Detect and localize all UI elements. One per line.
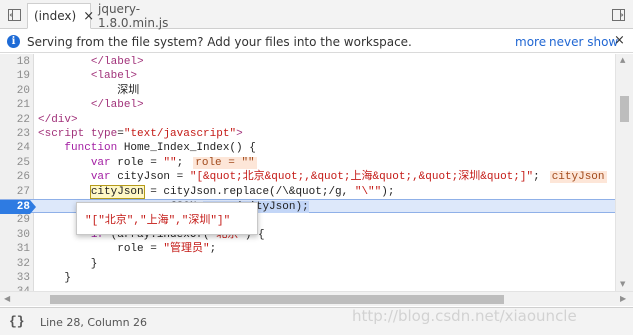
code-text: var role = ""; role = "" bbox=[90, 156, 257, 169]
scrollbar-thumb[interactable] bbox=[620, 96, 629, 122]
scrollbar-thumb[interactable] bbox=[50, 295, 504, 304]
code-text: cityJson = cityJson.replace(/\&quot;/g, … bbox=[89, 184, 395, 199]
line-number[interactable]: 30 bbox=[0, 228, 30, 242]
scroll-down-icon[interactable]: ▼ bbox=[620, 280, 625, 288]
close-icon[interactable]: × bbox=[614, 33, 625, 48]
code-line[interactable]: 23 <script type="text/javascript"> bbox=[0, 127, 615, 141]
scroll-right-icon[interactable]: ▶ bbox=[620, 294, 626, 303]
code-text: } bbox=[38, 257, 98, 270]
line-number[interactable]: 31 bbox=[0, 242, 30, 256]
scroll-left-icon[interactable]: ◀ bbox=[4, 294, 10, 303]
code-line[interactable]: 24 function Home_Index_Index() { bbox=[0, 141, 615, 155]
code-line[interactable]: 18 </label> bbox=[0, 55, 615, 69]
code-editor[interactable]: 18 </label> 19 <label> 20 深圳 21 </label> 22 <… bbox=[0, 54, 633, 291]
tab-jquery[interactable]: jquery-1.8.0.min.js bbox=[92, 2, 202, 30]
line-number[interactable]: 19 bbox=[0, 69, 30, 83]
code-line[interactable]: 27 cityJson = cityJson.replace(/\&quot;/… bbox=[0, 184, 615, 199]
horizontal-scrollbar[interactable]: ◀ ▶ bbox=[0, 291, 633, 306]
tab-label: jquery-1.8.0.min.js bbox=[98, 2, 169, 30]
inline-variable-value: cityJson bbox=[549, 171, 607, 184]
code-line[interactable]: 20 深圳 bbox=[0, 84, 615, 98]
more-link[interactable]: more bbox=[515, 35, 546, 49]
code-text: var cityJson = "[&quot;北京&quot;,&quot;上海… bbox=[90, 171, 607, 184]
tab-index[interactable]: (index) × bbox=[27, 3, 94, 29]
line-number[interactable]: 18 bbox=[0, 55, 30, 69]
cursor-position: Line 28, Column 26 bbox=[40, 316, 148, 329]
line-number[interactable]: 24 bbox=[0, 141, 30, 155]
toggle-navigator-icon[interactable] bbox=[2, 0, 26, 29]
code-text: role = "管理员"; bbox=[38, 243, 217, 256]
code-line[interactable]: 32 } bbox=[0, 257, 615, 271]
info-message: Serving from the file system? Add your f… bbox=[27, 35, 412, 49]
code-line[interactable]: 31 role = "管理员"; bbox=[0, 242, 615, 256]
tab-bar: (index) × jquery-1.8.0.min.js bbox=[0, 0, 633, 30]
code-line[interactable]: 19 <label> bbox=[0, 69, 615, 83]
code-text: function Home_Index_Index() { bbox=[64, 142, 256, 155]
code-text: </label> bbox=[90, 56, 144, 68]
line-number[interactable]: 20 bbox=[0, 84, 30, 98]
line-number[interactable]: 27 bbox=[0, 185, 30, 199]
line-number[interactable]: 25 bbox=[0, 156, 30, 170]
code-line[interactable]: 25 var role = ""; role = "" bbox=[0, 156, 615, 170]
code-text: <label> bbox=[90, 70, 138, 83]
breakpoint-marker-icon[interactable] bbox=[30, 200, 36, 214]
line-number[interactable]: 23 bbox=[0, 127, 30, 141]
line-number[interactable]: 32 bbox=[0, 257, 30, 271]
value-popover: "["北京","上海","深圳"]" bbox=[76, 202, 258, 235]
code-text: </div> bbox=[38, 113, 78, 126]
line-number[interactable]: 26 bbox=[0, 170, 30, 184]
watermark: http://blog.csdn.net/xiaouncle bbox=[352, 307, 577, 325]
line-number[interactable]: 22 bbox=[0, 113, 30, 127]
tab-label: (index) bbox=[34, 9, 77, 23]
never-show-link[interactable]: never show bbox=[549, 35, 618, 49]
inline-variable-value: role = "" bbox=[193, 156, 257, 169]
toggle-debugger-icon[interactable] bbox=[606, 0, 630, 29]
code-text: 深圳 bbox=[38, 84, 140, 97]
scroll-up-icon[interactable]: ▲ bbox=[620, 56, 625, 64]
vertical-scrollbar[interactable]: ▲ ▼ bbox=[615, 54, 633, 291]
code-line[interactable]: 21 </label> bbox=[0, 98, 615, 112]
info-bar: i Serving from the file system? Add your… bbox=[0, 30, 633, 53]
code-line[interactable]: 26 var cityJson = "[&quot;北京&quot;,&quot… bbox=[0, 170, 615, 184]
line-number[interactable]: 21 bbox=[0, 98, 30, 112]
code-line[interactable]: 22 </div> bbox=[0, 113, 615, 127]
pretty-print-button[interactable]: {} bbox=[9, 314, 25, 329]
line-number[interactable]: 33 bbox=[0, 271, 30, 285]
code-line[interactable]: 33 } bbox=[0, 271, 615, 285]
line-number[interactable]: 29 bbox=[0, 213, 30, 227]
code-text: </label> bbox=[90, 99, 144, 112]
code-text: <script type="text/javascript"> bbox=[38, 128, 243, 140]
highlighted-identifier: cityJson bbox=[89, 184, 145, 199]
code-text: } bbox=[38, 272, 72, 284]
info-icon: i bbox=[7, 35, 20, 48]
line-number[interactable]: 28 bbox=[0, 200, 30, 215]
